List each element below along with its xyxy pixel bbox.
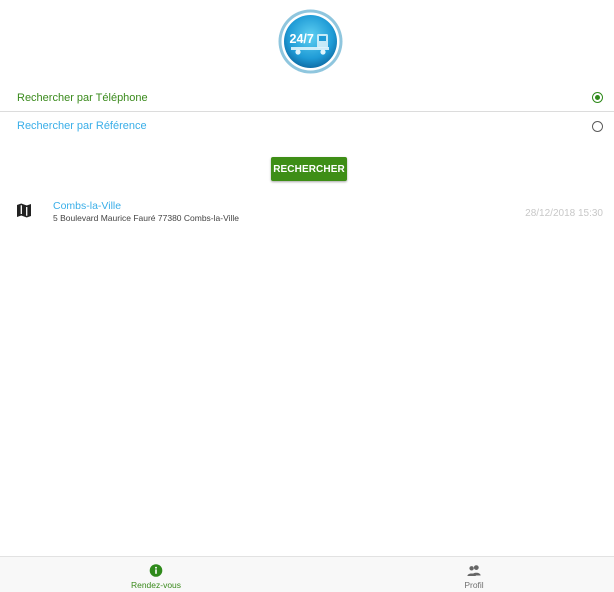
result-city: Combs-la-Ville — [53, 200, 122, 212]
radio-selected-dot — [595, 95, 600, 100]
result-address: 5 Boulevard Maurice Fauré 77380 Combs-la… — [53, 213, 239, 223]
result-list-item[interactable]: Combs-la-Ville 5 Boulevard Maurice Fauré… — [0, 196, 614, 230]
search-by-reference-option[interactable]: Rechercher par Référence — [0, 112, 614, 140]
app-logo: 24/7 — [278, 9, 343, 74]
search-by-phone-option[interactable]: Rechercher par Téléphone — [0, 84, 614, 112]
search-button[interactable]: RECHERCHER — [271, 157, 347, 181]
search-by-phone-radio[interactable] — [592, 92, 603, 103]
search-by-phone-label: Rechercher par Téléphone — [17, 91, 148, 104]
result-datetime: 28/12/2018 15:30 — [525, 208, 603, 219]
map-icon — [17, 203, 31, 218]
search-by-reference-radio[interactable] — [592, 120, 603, 132]
info-icon — [149, 564, 163, 577]
nav-tab-profil[interactable]: Profil — [414, 557, 534, 592]
nav-label-profil: Profil — [464, 580, 484, 590]
search-by-reference-label: Rechercher par Référence — [17, 120, 147, 132]
nav-label-rendez-vous: Rendez-vous — [130, 580, 182, 590]
app-screen: 24/7 Rechercher par Téléphone Rechercher… — [0, 0, 614, 592]
people-icon — [467, 565, 481, 576]
bottom-navigation: Rendez-vous Profil — [0, 556, 614, 592]
logo-text: 24/7 — [290, 32, 314, 46]
nav-tab-rendez-vous[interactable]: Rendez-vous — [96, 557, 216, 592]
